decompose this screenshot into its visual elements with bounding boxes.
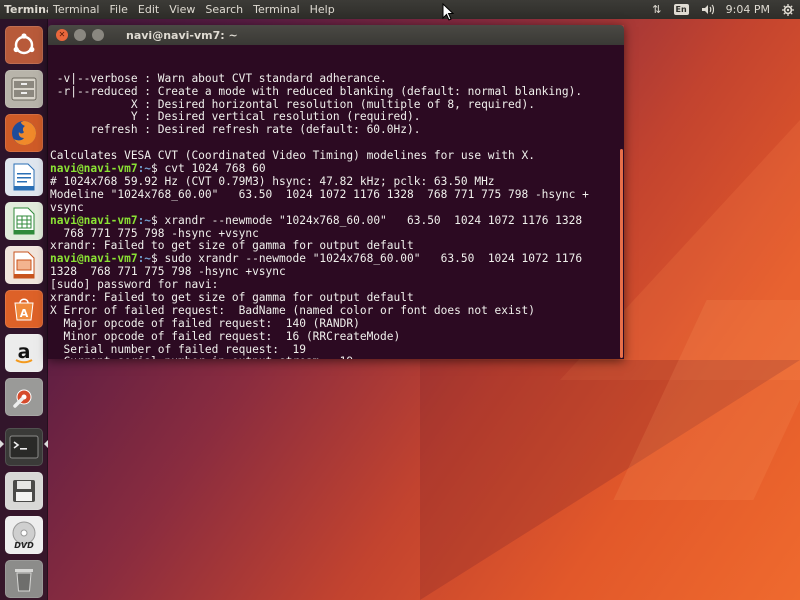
mouse-pointer-icon	[442, 3, 454, 21]
maximize-window-button[interactable]	[92, 29, 104, 41]
ubuntu-logo-icon	[13, 33, 35, 55]
prompt-user-host: navi@navi-vm7	[50, 163, 138, 176]
keyboard-layout-indicator[interactable]: En	[668, 4, 695, 15]
dvd-disc-icon: DVD	[12, 521, 36, 550]
launcher-item-drive[interactable]	[5, 472, 43, 510]
active-indicator	[0, 440, 4, 448]
terminal-icon	[9, 435, 39, 459]
prompt-user-host: navi@navi-vm7	[50, 253, 138, 266]
active-app-name: Terminal	[4, 3, 48, 16]
launcher-item-firefox[interactable]	[5, 114, 43, 152]
trash-icon	[15, 569, 33, 592]
terminal-line: Serial number of failed request: 19	[50, 343, 306, 356]
launcher-item-trash[interactable]	[5, 560, 43, 598]
power-gear-icon[interactable]	[776, 3, 800, 16]
terminal-line: Current serial number in output stream: …	[50, 356, 620, 359]
launcher-item-amazon[interactable]: a	[5, 334, 43, 372]
svg-text:a: a	[18, 341, 31, 363]
command-text: $ cvt 1024 768 60	[151, 163, 266, 176]
launcher-item-terminal[interactable]	[5, 428, 43, 466]
terminal-line: xrandr: Failed to get size of gamma for …	[50, 291, 414, 304]
terminal-line: navi@navi-vm7:~$ sudo xrandr --newmode "…	[50, 253, 620, 266]
writer-doc-icon	[13, 163, 35, 191]
menu-help[interactable]: Help	[305, 3, 340, 16]
menu-terminal[interactable]: Terminal	[48, 3, 105, 16]
minimize-window-button[interactable]	[74, 29, 86, 41]
launcher-item-files[interactable]	[5, 70, 43, 108]
terminal-line: X : Desired horizontal resolution (multi…	[50, 98, 535, 111]
terminal-line: 768 771 775 798 -hsync +vsync	[50, 227, 259, 240]
close-window-button[interactable]: ✕	[56, 29, 68, 41]
floppy-disk-icon	[13, 480, 35, 502]
clock[interactable]: 9:04 PM	[720, 3, 776, 16]
impress-slide-icon	[13, 251, 35, 279]
file-cabinet-icon	[11, 77, 37, 101]
terminal-line: refresh : Desired refresh rate (default:…	[50, 124, 421, 137]
keyboard-layout-label: En	[673, 4, 689, 15]
terminal-scrollbar[interactable]	[620, 149, 623, 358]
terminal-line: Calculates VESA CVT (Coordinated Video T…	[50, 150, 535, 163]
terminal-line: Y : Desired vertical resolution (require…	[50, 111, 421, 124]
software-center-icon: A	[14, 298, 34, 321]
terminal-line: -r|--reduced : Create a mode with reduce…	[50, 85, 583, 98]
terminal-output[interactable]: -v|--verbose : Warn about CVT standard a…	[48, 45, 624, 359]
unity-launcher: A a DVD	[0, 19, 48, 600]
window-titlebar[interactable]: ✕ navi@navi-vm7: ~	[48, 25, 624, 45]
prompt-path: :~	[137, 253, 152, 266]
terminal-line: vsync	[50, 201, 84, 214]
network-icon[interactable]: ⇅	[646, 3, 667, 16]
svg-text:A: A	[20, 307, 29, 320]
terminal-line: 1328 768 771 775 798 -hsync +vsync	[50, 266, 286, 279]
terminal-line: [sudo] password for navi:	[50, 279, 219, 292]
prompt-path: :~	[137, 163, 152, 176]
window-title: navi@navi-vm7: ~	[126, 28, 238, 42]
terminal-line: X Error of failed request: BadName (name…	[50, 304, 535, 317]
launcher-item-writer[interactable]	[5, 158, 43, 196]
firefox-icon	[12, 121, 36, 145]
close-icon: ✕	[58, 30, 66, 39]
launcher-item-calc[interactable]	[5, 202, 43, 240]
command-text: $ sudo xrandr --newmode "1024x768_60.00"…	[151, 253, 583, 266]
terminal-window[interactable]: ✕ navi@navi-vm7: ~ -v|--verbose : Warn a…	[48, 25, 624, 359]
terminal-line: Major opcode of failed request: 140 (RAN…	[50, 317, 360, 330]
prompt-path: :~	[137, 214, 152, 227]
terminal-line: navi@navi-vm7:~$ cvt 1024 768 60	[50, 163, 620, 176]
menu-file[interactable]: File	[105, 3, 133, 16]
indicator-area: ⇅ En 9:04 PM	[646, 0, 800, 19]
calc-sheet-icon	[13, 207, 35, 235]
menu-edit[interactable]: Edit	[133, 3, 164, 16]
command-text: $ xrandr --newmode "1024x768_60.00" 63.5…	[151, 214, 583, 227]
terminal-line: -v|--verbose : Warn about CVT standard a…	[50, 72, 387, 85]
settings-wrench-icon	[13, 389, 32, 408]
top-panel: Terminal Terminal File Edit View Search …	[0, 0, 800, 19]
launcher-item-dvd[interactable]: DVD	[5, 516, 43, 554]
terminal-line: # 1024x768 59.92 Hz (CVT 0.79M3) hsync: …	[50, 175, 495, 188]
launcher-item-impress[interactable]	[5, 246, 43, 284]
terminal-line: navi@navi-vm7:~$ xrandr --newmode "1024x…	[50, 215, 620, 228]
focus-indicator	[44, 440, 48, 448]
launcher-item-dash[interactable]	[5, 26, 43, 64]
amazon-icon: a	[15, 341, 33, 364]
launcher-item-software[interactable]: A	[5, 290, 43, 328]
volume-icon[interactable]	[695, 4, 720, 15]
prompt-user-host: navi@navi-vm7	[50, 214, 138, 227]
terminal-line: xrandr: Failed to get size of gamma for …	[50, 240, 414, 253]
svg-text:DVD: DVD	[14, 541, 34, 550]
terminal-line: Modeline "1024x768_60.00" 63.50 1024 107…	[50, 188, 589, 201]
launcher-item-settings[interactable]	[5, 378, 43, 416]
menu-terminal-2[interactable]: Terminal	[248, 3, 305, 16]
menu-view[interactable]: View	[164, 3, 200, 16]
terminal-line: Minor opcode of failed request: 16 (RRCr…	[50, 330, 401, 343]
menu-search[interactable]: Search	[200, 3, 248, 16]
